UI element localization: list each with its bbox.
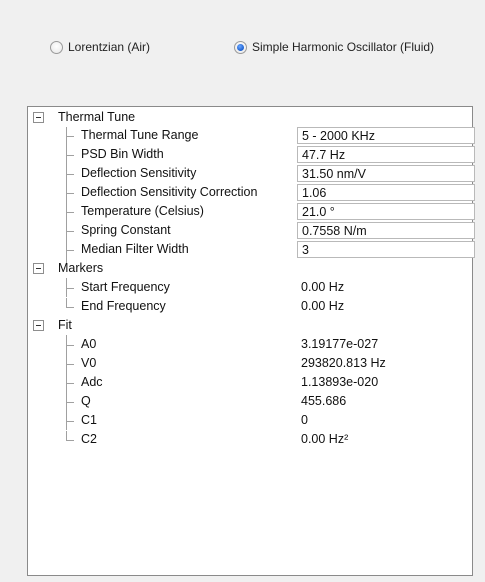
tree-branch xyxy=(66,288,74,289)
c1-value: 0 xyxy=(301,413,308,427)
property-label: C1 xyxy=(81,413,97,427)
property-label: Start Frequency xyxy=(81,280,170,294)
group-markers[interactable]: Markers xyxy=(28,260,472,278)
tree-row-psd-bin-width[interactable]: PSD Bin Width 47.7 Hz xyxy=(28,146,475,164)
property-tree: Thermal Tune Thermal Tune Range 5 - 2000… xyxy=(27,106,475,576)
deflection-sensitivity-correction-field[interactable]: 1.06 xyxy=(297,184,475,201)
tree-row-q[interactable]: Q 455.686 xyxy=(28,393,472,411)
tree-row-v0[interactable]: V0 293820.813 Hz xyxy=(28,355,472,373)
tree-branch xyxy=(66,345,74,346)
radio-label: Simple Harmonic Oscillator (Fluid) xyxy=(252,40,435,54)
tree-row-thermal-tune-range[interactable]: Thermal Tune Range 5 - 2000 KHz xyxy=(28,127,475,145)
tree-branch xyxy=(66,421,74,422)
median-filter-width-field[interactable]: 3 xyxy=(297,241,475,258)
tree-branch xyxy=(66,155,74,156)
property-label: Temperature (Celsius) xyxy=(81,204,204,218)
field-value: 1.06 xyxy=(302,186,327,200)
q-value: 455.686 xyxy=(301,394,347,408)
deflection-sensitivity-field[interactable]: 31.50 nm/V xyxy=(297,165,475,182)
end-frequency-value: 0.00 Hz xyxy=(301,299,345,313)
fit-mode-radio-group: Lorentzian (Air) Simple Harmonic Oscilla… xyxy=(0,38,485,56)
adc-value: 1.13893e-020 xyxy=(301,375,379,389)
c2-value: 0.00 Hz² xyxy=(301,432,349,446)
property-label: Spring Constant xyxy=(81,223,171,237)
v0-value: 293820.813 Hz xyxy=(301,356,386,370)
tree-branch xyxy=(66,174,74,175)
field-value: 0.7558 N/m xyxy=(302,224,367,238)
tree-branch xyxy=(66,307,74,308)
temperature-field[interactable]: 21.0 ° xyxy=(297,203,475,220)
property-label: Q xyxy=(81,394,91,408)
psd-bin-width-field[interactable]: 47.7 Hz xyxy=(297,146,475,163)
property-label: Deflection Sensitivity Correction xyxy=(81,185,258,199)
tree-branch xyxy=(66,250,74,251)
field-value: 5 - 2000 KHz xyxy=(302,129,375,143)
tree-row-deflection-sensitivity[interactable]: Deflection Sensitivity 31.50 nm/V xyxy=(28,165,475,183)
radio-button-selected-icon[interactable] xyxy=(234,40,247,54)
thermal-tune-panel: Lorentzian (Air) Simple Harmonic Oscilla… xyxy=(0,0,485,582)
field-value: 31.50 nm/V xyxy=(302,167,366,181)
a0-value: 3.19177e-027 xyxy=(301,337,379,351)
radio-button-icon[interactable] xyxy=(50,40,63,54)
group-fit[interactable]: Fit xyxy=(28,317,472,335)
property-label: PSD Bin Width xyxy=(81,147,164,161)
radio-lorentzian-air[interactable]: Lorentzian (Air) xyxy=(50,38,150,56)
property-label: A0 xyxy=(81,337,97,351)
tree-branch xyxy=(66,136,74,137)
tree-row-deflection-sensitivity-correction[interactable]: Deflection Sensitivity Correction 1.06 xyxy=(28,184,475,202)
group-label: Fit xyxy=(58,318,72,332)
tree-row-a0[interactable]: A0 3.19177e-027 xyxy=(28,336,472,354)
start-frequency-value: 0.00 Hz xyxy=(301,280,345,294)
spring-constant-field[interactable]: 0.7558 N/m xyxy=(297,222,475,239)
tree-branch xyxy=(66,193,74,194)
property-label: Adc xyxy=(81,375,103,389)
tree-branch xyxy=(66,440,74,441)
property-label: Deflection Sensitivity xyxy=(81,166,197,180)
tree-branch xyxy=(66,212,74,213)
field-value: 47.7 Hz xyxy=(302,148,346,162)
tree-row-temperature-celsius[interactable]: Temperature (Celsius) 21.0 ° xyxy=(28,203,475,221)
tree-branch xyxy=(66,231,74,232)
property-label: V0 xyxy=(81,356,97,370)
property-label: Median Filter Width xyxy=(81,242,189,256)
property-label: C2 xyxy=(81,432,97,446)
thermal-tune-range-field[interactable]: 5 - 2000 KHz xyxy=(297,127,475,144)
field-value: 3 xyxy=(302,243,309,257)
tree-branch xyxy=(66,383,74,384)
property-label: Thermal Tune Range xyxy=(81,128,199,142)
tree-branch xyxy=(66,402,74,403)
tree-row-start-frequency[interactable]: Start Frequency 0.00 Hz xyxy=(28,279,472,297)
group-label: Markers xyxy=(58,261,104,275)
tree-row-end-frequency[interactable]: End Frequency 0.00 Hz xyxy=(28,298,472,316)
tree-row-median-filter-width[interactable]: Median Filter Width 3 xyxy=(28,241,475,259)
property-label: End Frequency xyxy=(81,299,166,313)
group-thermal-tune[interactable]: Thermal Tune xyxy=(28,109,472,127)
tree-row-adc[interactable]: Adc 1.13893e-020 xyxy=(28,374,472,392)
collapse-icon[interactable] xyxy=(33,112,44,123)
tree-row-spring-constant[interactable]: Spring Constant 0.7558 N/m xyxy=(28,222,475,240)
radio-label: Lorentzian (Air) xyxy=(68,40,151,54)
collapse-icon[interactable] xyxy=(33,320,44,331)
tree-row-c1[interactable]: C1 0 xyxy=(28,412,472,430)
tree-branch xyxy=(66,364,74,365)
collapse-icon[interactable] xyxy=(33,263,44,274)
radio-simple-harmonic-oscillator-fluid[interactable]: Simple Harmonic Oscillator (Fluid) xyxy=(234,38,434,56)
group-label: Thermal Tune xyxy=(58,110,136,124)
field-value: 21.0 ° xyxy=(302,205,335,219)
tree-row-c2[interactable]: C2 0.00 Hz² xyxy=(28,431,472,449)
